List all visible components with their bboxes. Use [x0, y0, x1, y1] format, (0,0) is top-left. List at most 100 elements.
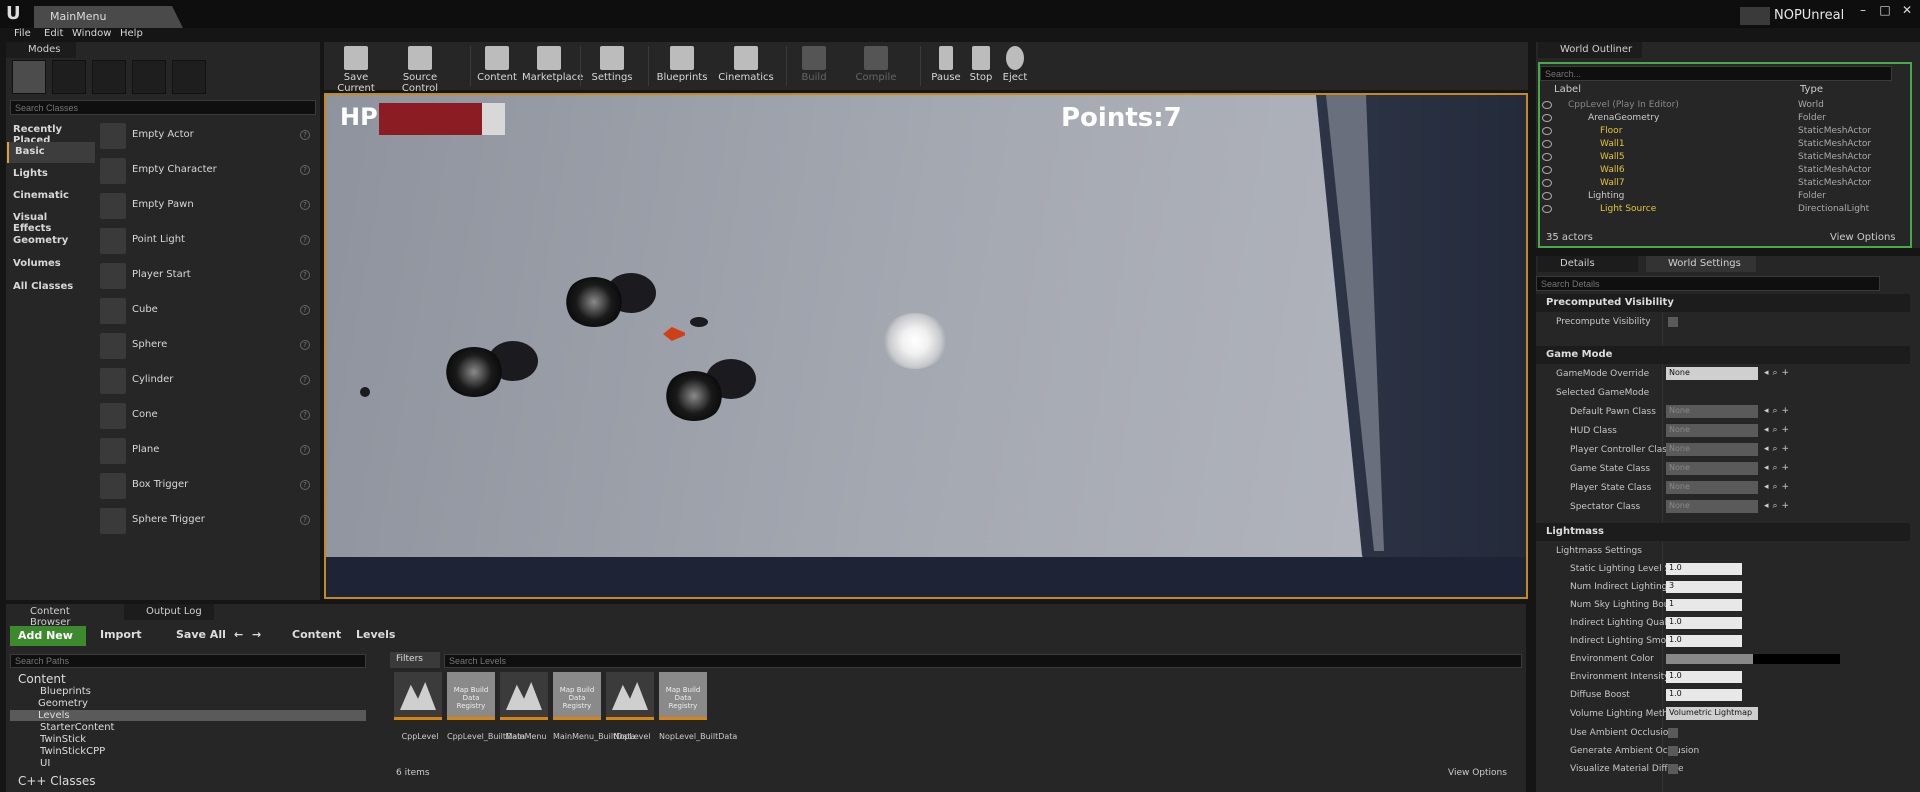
- eye-icon[interactable]: [1542, 140, 1552, 148]
- help-icon[interactable]: ?: [300, 340, 310, 350]
- asset-mainmenu[interactable]: MainMenu: [500, 672, 552, 742]
- row-actions[interactable]: ◂⌕+: [1764, 444, 1793, 454]
- eye-icon[interactable]: [1542, 166, 1552, 174]
- asset-noplevel[interactable]: NopLevel: [606, 672, 658, 742]
- hud-class-dropdown[interactable]: None: [1666, 424, 1758, 437]
- marketplace-button[interactable]: Marketplace: [522, 42, 583, 90]
- search-levels-input[interactable]: [444, 654, 1522, 668]
- category-geometry[interactable]: Geometry: [7, 231, 95, 252]
- content-view-options-button[interactable]: View Options: [1448, 768, 1507, 778]
- geometry-mode-icon[interactable]: [172, 60, 206, 94]
- default-pawn-class-dropdown[interactable]: None: [1666, 405, 1758, 418]
- eye-icon[interactable]: [1542, 192, 1552, 200]
- tree-item-blueprints[interactable]: Blueprints: [40, 686, 91, 697]
- spectator-class-dropdown[interactable]: None: [1666, 500, 1758, 513]
- category-precomputed-visibility[interactable]: Precomputed Visibility: [1536, 294, 1910, 312]
- menu-window[interactable]: Window: [72, 28, 111, 39]
- tree-item-content[interactable]: Content: [18, 672, 66, 686]
- asset-mainmenu-builtdata[interactable]: Map Build Data Registry MainMenu_BuiltDat…: [553, 672, 635, 742]
- maximize-icon[interactable]: □: [1876, 2, 1894, 18]
- filters-button[interactable]: Filters: [390, 652, 440, 668]
- tree-item-geometry[interactable]: Geometry: [38, 698, 88, 709]
- generate-ambient-occlusion-checkbox[interactable]: [1668, 746, 1678, 756]
- static-lighting-level-scale-input[interactable]: 1.0: [1666, 563, 1742, 575]
- help-icon[interactable]: ?: [300, 305, 310, 315]
- outliner-row[interactable]: Wall5 StaticMeshActor: [1540, 152, 1896, 165]
- eye-icon[interactable]: [1542, 127, 1552, 135]
- asset-cpplevel-builtdata[interactable]: Map Build Data Registry CppLevel_BuiltDat…: [447, 672, 525, 742]
- category-volumes[interactable]: Volumes: [7, 254, 95, 275]
- outliner-search-input[interactable]: [1540, 66, 1892, 81]
- gamemode-override-dropdown[interactable]: None: [1666, 367, 1758, 380]
- player-controller-class-dropdown[interactable]: None: [1666, 443, 1758, 456]
- search-classes-input[interactable]: [10, 100, 316, 115]
- row-selected-gamemode[interactable]: Selected GameMode: [1536, 385, 1910, 403]
- tree-item-startercontent[interactable]: StarterContent: [40, 722, 114, 733]
- help-icon[interactable]: ?: [300, 270, 310, 280]
- class-player-start[interactable]: Player Start?: [96, 260, 318, 294]
- column-type[interactable]: Type: [1800, 84, 1823, 95]
- paint-mode-icon[interactable]: [52, 60, 86, 94]
- row-actions[interactable]: ◂⌕+: [1764, 482, 1793, 492]
- breadcrumb-content[interactable]: Content: [292, 628, 341, 641]
- source-control-button[interactable]: Source Control: [386, 42, 454, 94]
- details-search-input[interactable]: [1536, 276, 1880, 291]
- eject-button[interactable]: Eject: [1000, 42, 1030, 90]
- game-state-class-dropdown[interactable]: None: [1666, 462, 1758, 475]
- tree-item-levels[interactable]: Levels: [10, 710, 366, 721]
- row-actions[interactable]: ◂⌕+: [1764, 463, 1793, 473]
- class-box-trigger[interactable]: Box Trigger?: [96, 470, 318, 504]
- eye-icon[interactable]: [1542, 101, 1552, 109]
- eye-icon[interactable]: [1542, 205, 1552, 213]
- category-cinematic[interactable]: Cinematic: [7, 186, 95, 207]
- save-current-button[interactable]: Save Current: [328, 42, 384, 94]
- num-sky-lighting-bounces-input[interactable]: 1: [1666, 599, 1742, 611]
- category-lightmass[interactable]: Lightmass: [1536, 523, 1910, 541]
- class-empty-actor[interactable]: Empty Actor?: [96, 120, 318, 154]
- help-icon[interactable]: ?: [300, 200, 310, 210]
- use-ambient-occlusion-checkbox[interactable]: [1668, 728, 1678, 738]
- content-button[interactable]: Content: [474, 42, 520, 90]
- help-icon[interactable]: ?: [300, 165, 310, 175]
- category-lights[interactable]: Lights: [7, 164, 95, 185]
- visualize-material-diffuse-checkbox[interactable]: [1668, 764, 1678, 774]
- tab-output-log[interactable]: Output Log: [124, 604, 214, 620]
- class-plane[interactable]: Plane?: [96, 435, 318, 469]
- tree-item-cpp-classes[interactable]: C++ Classes: [18, 774, 96, 788]
- add-new-button[interactable]: Add New: [10, 626, 86, 646]
- tree-item-ui[interactable]: UI: [40, 758, 50, 769]
- tab-details[interactable]: Details: [1538, 256, 1638, 272]
- environment-color-swatch[interactable]: [1666, 654, 1840, 664]
- landscape-mode-icon[interactable]: [92, 60, 126, 94]
- tab-modes[interactable]: Modes: [6, 42, 76, 58]
- outliner-row[interactable]: Wall1 StaticMeshActor: [1540, 139, 1896, 152]
- help-icon[interactable]: ?: [300, 410, 310, 420]
- class-empty-pawn[interactable]: Empty Pawn?: [96, 190, 318, 224]
- help-icon[interactable]: ?: [300, 445, 310, 455]
- cinematics-button[interactable]: Cinematics: [718, 42, 774, 90]
- tree-item-twinstick[interactable]: TwinStick: [40, 734, 86, 745]
- menu-file[interactable]: File: [14, 28, 31, 39]
- player-state-class-dropdown[interactable]: None: [1666, 481, 1758, 494]
- help-icon[interactable]: ?: [300, 235, 310, 245]
- outliner-row[interactable]: Light Source DirectionalLight: [1540, 204, 1896, 217]
- forward-arrow-icon[interactable]: →: [252, 628, 261, 641]
- outliner-row[interactable]: CppLevel (Play In Editor) World: [1540, 100, 1896, 113]
- minimize-icon[interactable]: –: [1854, 2, 1872, 18]
- category-basic[interactable]: Basic: [7, 142, 95, 163]
- build-button[interactable]: Build: [794, 42, 834, 90]
- level-viewport[interactable]: HP Points:7: [324, 93, 1528, 599]
- place-mode-icon[interactable]: [12, 60, 46, 94]
- row-actions[interactable]: ◂⌕+: [1764, 406, 1793, 416]
- help-icon[interactable]: ?: [300, 515, 310, 525]
- environment-intensity-input[interactable]: 1.0: [1666, 671, 1742, 683]
- outliner-row[interactable]: Lighting Folder: [1540, 191, 1896, 204]
- category-game-mode[interactable]: Game Mode: [1536, 346, 1910, 364]
- pause-button[interactable]: Pause: [928, 42, 964, 90]
- diffuse-boost-input[interactable]: 1.0: [1666, 689, 1742, 701]
- outliner-row[interactable]: Floor StaticMeshActor: [1540, 126, 1896, 139]
- outliner-row[interactable]: Wall6 StaticMeshActor: [1540, 165, 1896, 178]
- row-actions[interactable]: ◂⌕+: [1764, 425, 1793, 435]
- row-lightmass-settings[interactable]: Lightmass Settings: [1536, 543, 1910, 561]
- class-sphere-trigger[interactable]: Sphere Trigger?: [96, 505, 318, 539]
